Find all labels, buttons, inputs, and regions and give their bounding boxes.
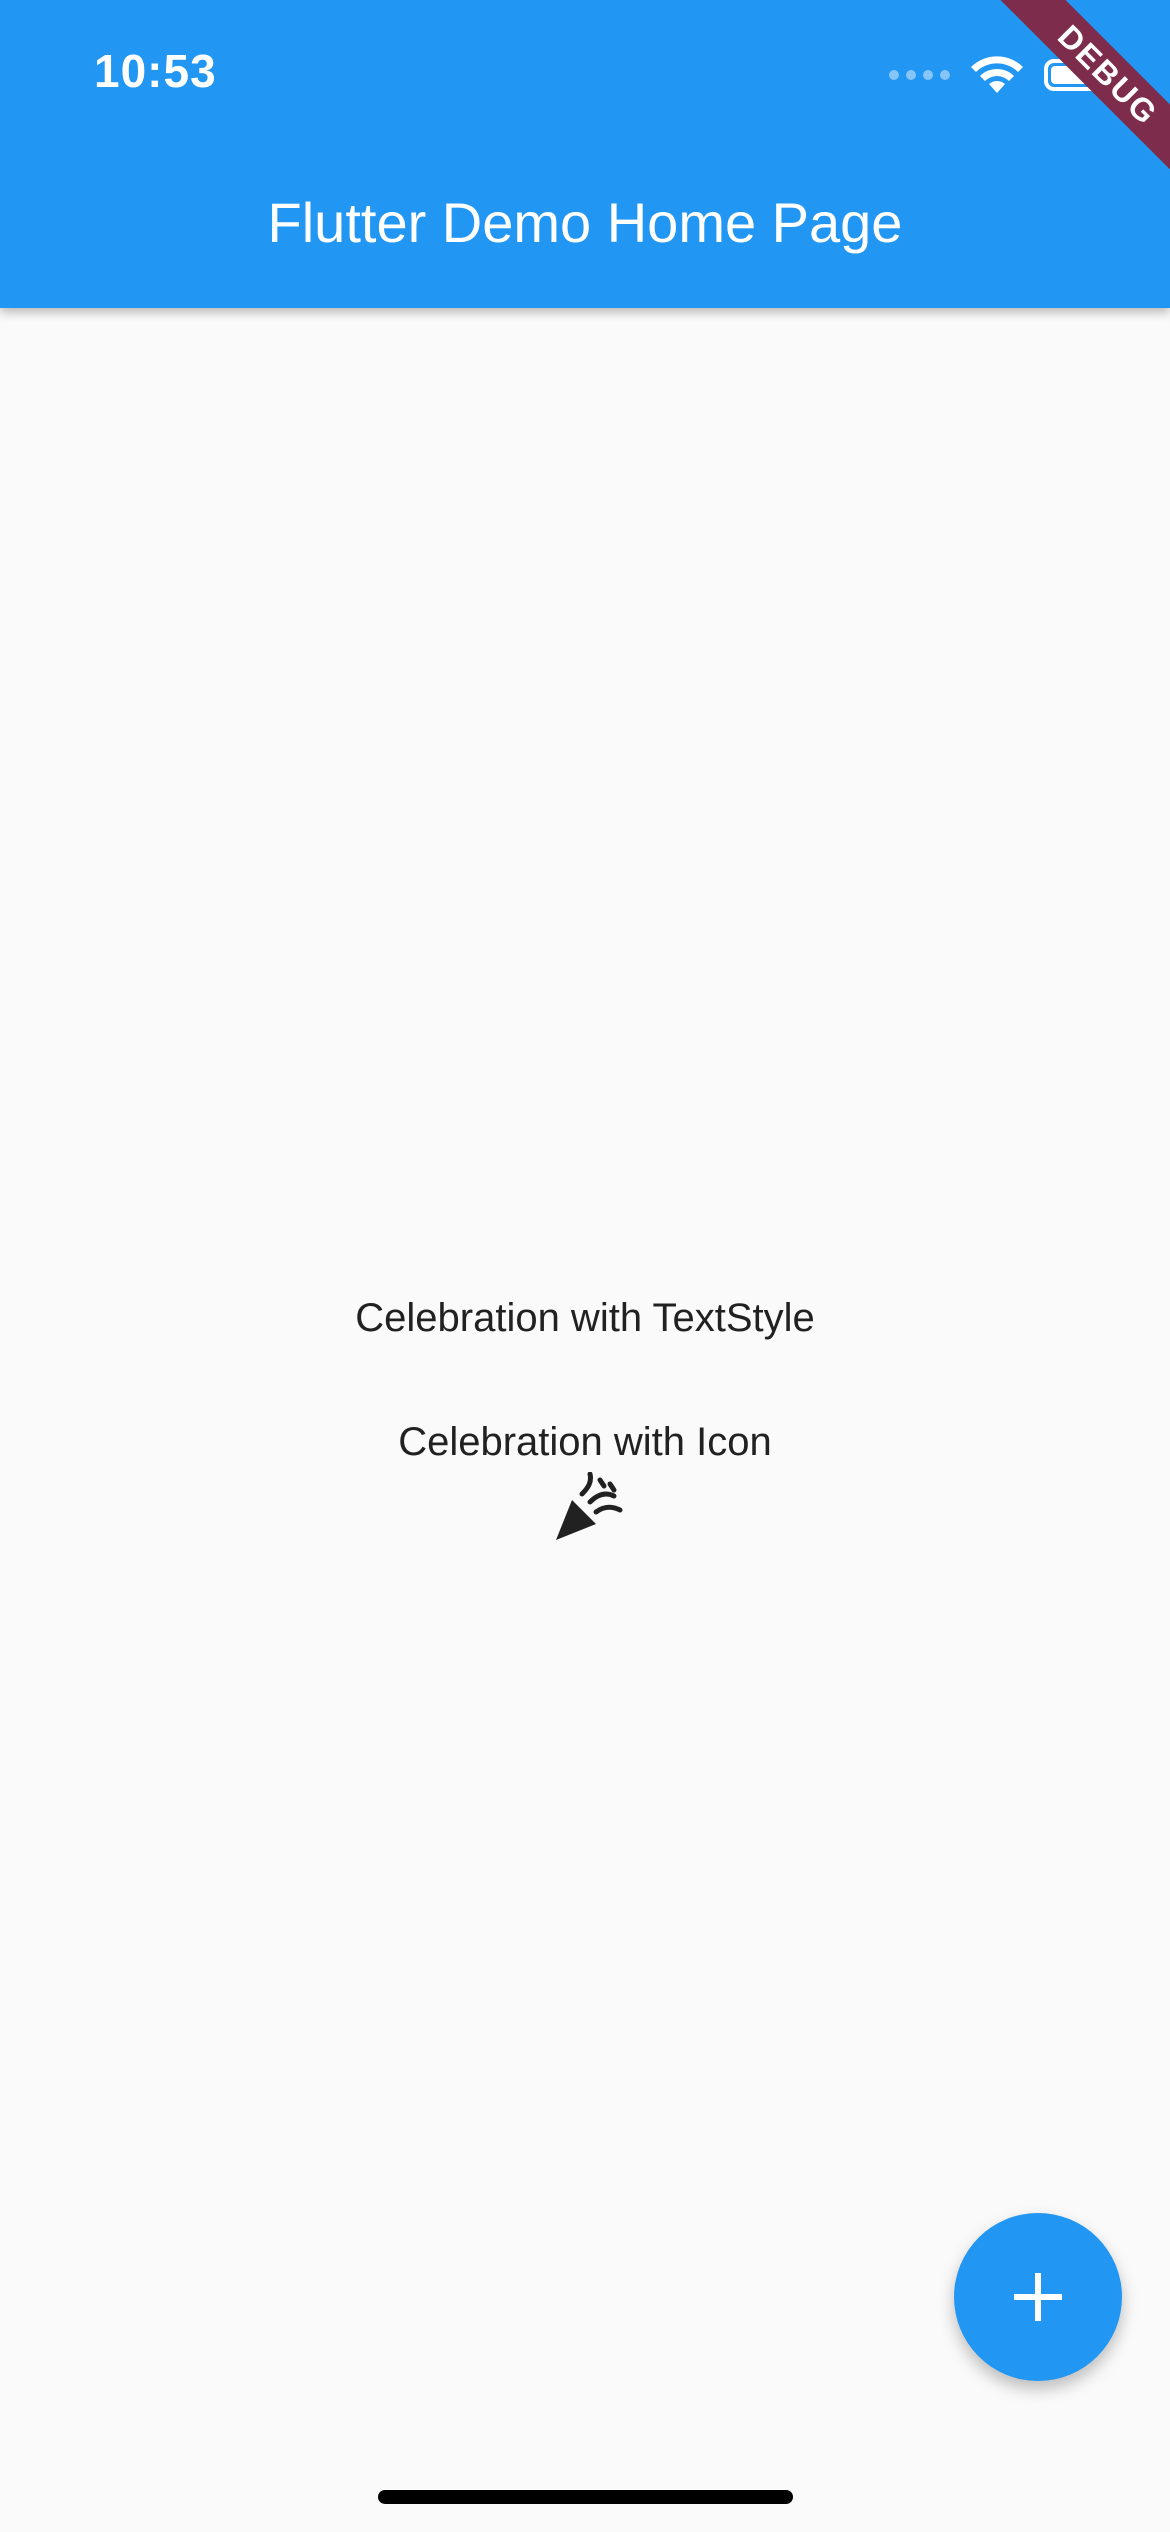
celebration-icon-text: Celebration with Icon (398, 1420, 772, 1464)
celebration-icon (556, 1472, 623, 1540)
app-bar: 10:53 Flutter Demo Home Page (0, 0, 1170, 308)
page-title: Flutter Demo Home Page (267, 191, 903, 254)
celebration-textstyle-text: Celebration with TextStyle (355, 1296, 815, 1340)
home-indicator[interactable] (378, 2490, 793, 2504)
add-button[interactable] (954, 2213, 1122, 2381)
wifi-icon (971, 56, 1023, 93)
plus-icon (1014, 2273, 1062, 2321)
battery-icon (1044, 59, 1115, 91)
status-time: 10:53 (94, 45, 217, 97)
status-indicators (889, 50, 1115, 100)
cellular-signal-icon (889, 70, 950, 80)
